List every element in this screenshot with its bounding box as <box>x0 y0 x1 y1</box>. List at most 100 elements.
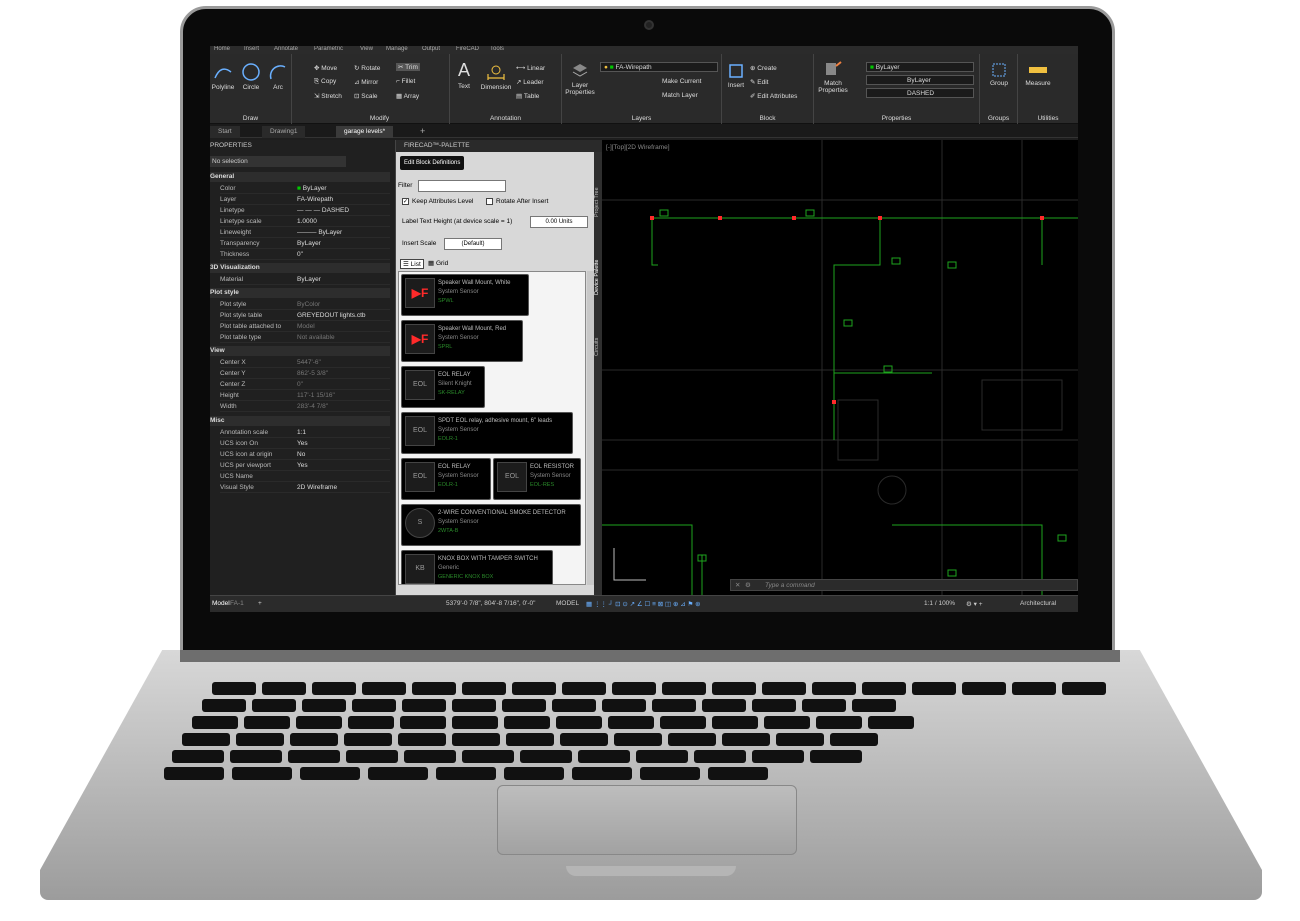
tab-home[interactable]: Home <box>214 46 230 52</box>
section-view[interactable]: View <box>210 346 390 356</box>
circle-button[interactable]: Circle <box>238 62 264 91</box>
block-group-label[interactable]: Block <box>722 115 813 122</box>
edit-block-button[interactable]: ✎ Edit <box>750 78 768 86</box>
trim-button[interactable]: ✂ Trim <box>396 63 420 71</box>
tab-manage[interactable]: Manage <box>386 46 408 52</box>
tab-firecad[interactable]: FireCAD <box>456 46 479 52</box>
prop-row[interactable]: Linetype — — — DASHED <box>220 205 390 216</box>
section-misc[interactable]: Misc <box>210 416 390 426</box>
utilities-group-label[interactable]: Utilities <box>1018 115 1078 122</box>
prop-row[interactable]: Thickness 0" <box>220 249 390 260</box>
section-3d-visualization[interactable]: 3D Visualization <box>210 263 390 273</box>
polyline-button[interactable]: Polyline <box>210 62 236 91</box>
wrench-icon[interactable]: ⚙ <box>745 581 751 591</box>
grid-view-toggle[interactable]: ▦ Grid <box>428 259 448 267</box>
layers-group-label[interactable]: Layers <box>562 115 721 122</box>
rotate-button[interactable]: ↻ Rotate <box>354 64 380 72</box>
prop-row[interactable]: UCS icon at origin No <box>220 449 390 460</box>
array-button[interactable]: ▦ Array <box>396 92 419 100</box>
dimension-button[interactable]: Dimension <box>478 62 514 91</box>
arc-button[interactable]: Arc <box>266 62 290 91</box>
doc-tab-start[interactable]: Start <box>210 126 240 138</box>
section-general[interactable]: General <box>210 172 390 182</box>
block-item[interactable]: KB KNOX BOX WITH TAMPER SWITCH Generic G… <box>401 550 553 584</box>
draw-group-label[interactable]: Draw <box>210 115 291 122</box>
tab-device-palette[interactable]: Device Palette <box>594 242 602 312</box>
new-tab-plus-icon[interactable]: + <box>420 126 425 136</box>
annotation-group-label[interactable]: Annotation <box>450 115 561 122</box>
block-item[interactable]: ▶F Speaker Wall Mount, Red System Sensor… <box>401 320 523 362</box>
prop-row[interactable]: Annotation scale 1:1 <box>220 427 390 438</box>
selection-dropdown[interactable]: No selection <box>210 156 346 167</box>
tab-tools[interactable]: Tools <box>490 46 504 52</box>
block-item[interactable]: EOL EOL RESISTOR System Sensor EOL-RES <box>493 458 581 500</box>
prop-row[interactable]: Color ■ ByLayer <box>220 183 390 194</box>
insert-scale-dropdown[interactable]: (Default) <box>444 238 502 250</box>
leader-button[interactable]: ↗ Leader <box>516 78 544 86</box>
add-layout-plus-icon[interactable]: + <box>258 600 262 607</box>
block-item[interactable]: EOL SPDT EOL relay, adhesive mount, 6" l… <box>401 412 573 454</box>
prop-row[interactable]: Plot table attached to Model <box>220 321 390 332</box>
grid-snap-icons[interactable]: ▦ ⋮⋮ ┘ ⊡ ⊙ ↗ ∠ ☐ ≡ ⊠ ◫ ⊕ ⊿ ⚑ ⊛ <box>586 600 701 608</box>
tab-output[interactable]: Output <box>422 46 440 52</box>
mirror-button[interactable]: ⊿ Mirror <box>354 78 378 86</box>
scale-button[interactable]: ⊡ Scale <box>354 92 378 100</box>
linetype-dropdown[interactable]: DASHED <box>866 88 974 98</box>
tab-project-tree[interactable]: Project Tree <box>594 172 602 232</box>
settings-gear-icon[interactable]: ⚙ ▾ + <box>966 600 983 608</box>
linear-button[interactable]: ⟷ Linear <box>516 64 545 72</box>
groups-group-label[interactable]: Groups <box>980 115 1017 122</box>
lineweight-dropdown[interactable]: ByLayer <box>866 75 974 85</box>
prop-row[interactable]: Center X 5447'-6" <box>220 357 390 368</box>
tab-circuits[interactable]: Circuits <box>594 322 602 372</box>
label-text-height-input[interactable]: 0.00 Units <box>530 216 588 228</box>
create-block-button[interactable]: ⊕ Create <box>750 64 777 72</box>
prop-row[interactable]: Visual Style 2D Wireframe <box>220 482 390 493</box>
prop-row[interactable]: Plot table type Not available <box>220 332 390 343</box>
edit-attributes-button[interactable]: ✐ Edit Attributes <box>750 92 797 100</box>
tab-parametric[interactable]: Parametric <box>314 46 343 52</box>
list-view-toggle[interactable]: ☰ List <box>400 259 424 269</box>
doc-tab-drawing1[interactable]: Drawing1 <box>262 126 306 138</box>
modify-group-label[interactable]: Modify <box>310 115 449 122</box>
prop-row[interactable]: Height 117'-1 15/16" <box>220 390 390 401</box>
properties-group-label[interactable]: Properties <box>814 115 979 122</box>
drawing-viewport[interactable]: [-][Top][2D Wireframe] <box>602 140 1078 595</box>
prop-row[interactable]: Layer FA-Wirepath <box>220 194 390 205</box>
block-item[interactable]: ▶F Speaker Wall Mount, White System Sens… <box>401 274 529 316</box>
edit-block-definitions-button[interactable]: Edit Block Definitions <box>400 156 465 170</box>
prop-row[interactable]: Center Y 862'-5 3/8" <box>220 368 390 379</box>
prop-row[interactable]: Linetype scale 1.0000 <box>220 216 390 227</box>
copy-button[interactable]: ⎘ Copy <box>314 78 336 86</box>
prop-row[interactable]: Plot style ByColor <box>220 299 390 310</box>
block-item[interactable]: EOL EOL RELAY System Sensor EOLR-1 <box>401 458 491 500</box>
prop-row[interactable]: Transparency ByLayer <box>220 238 390 249</box>
measure-button[interactable]: Measure <box>1020 62 1056 87</box>
layout-tab-fa-1[interactable]: FA-1 <box>230 600 244 607</box>
stretch-button[interactable]: ⇲ Stretch <box>314 92 342 100</box>
block-item[interactable]: EOL EOL RELAY Silent Knight SK-RELAY <box>401 366 485 408</box>
filter-input[interactable] <box>418 180 506 192</box>
units-dropdown[interactable]: Architectural <box>1020 600 1056 607</box>
command-input[interactable]: Type a command <box>765 581 815 591</box>
move-button[interactable]: ✥ Move <box>314 64 337 72</box>
section-plot-style[interactable]: Plot style <box>210 288 390 298</box>
tab-insert[interactable]: Insert <box>244 46 259 52</box>
prop-row[interactable]: Material ByLayer <box>220 274 390 285</box>
tab-view[interactable]: View <box>360 46 373 52</box>
model-space-toggle[interactable]: MODEL <box>556 600 579 607</box>
prop-row[interactable]: Plot style table GREYEDOUT lights.ctb <box>220 310 390 321</box>
rotate-after-insert-checkbox[interactable] <box>486 198 493 205</box>
close-icon[interactable]: ✕ <box>735 581 740 591</box>
color-dropdown[interactable]: ■ ByLayer <box>866 62 974 72</box>
layer-dropdown[interactable]: ● ■ FA-Wirepath <box>600 62 718 72</box>
match-properties-button[interactable]: Match Properties <box>818 60 848 94</box>
fillet-button[interactable]: ⌐ Fillet <box>396 78 415 85</box>
prop-row[interactable]: UCS Name <box>220 471 390 482</box>
prop-row[interactable]: Center Z 0" <box>220 379 390 390</box>
match-layer-button[interactable]: Match Layer <box>662 92 698 99</box>
prop-row[interactable]: UCS per viewport Yes <box>220 460 390 471</box>
prop-row[interactable]: UCS icon On Yes <box>220 438 390 449</box>
prop-row[interactable]: Lineweight ——— ByLayer <box>220 227 390 238</box>
text-button[interactable]: A Text <box>454 60 474 90</box>
